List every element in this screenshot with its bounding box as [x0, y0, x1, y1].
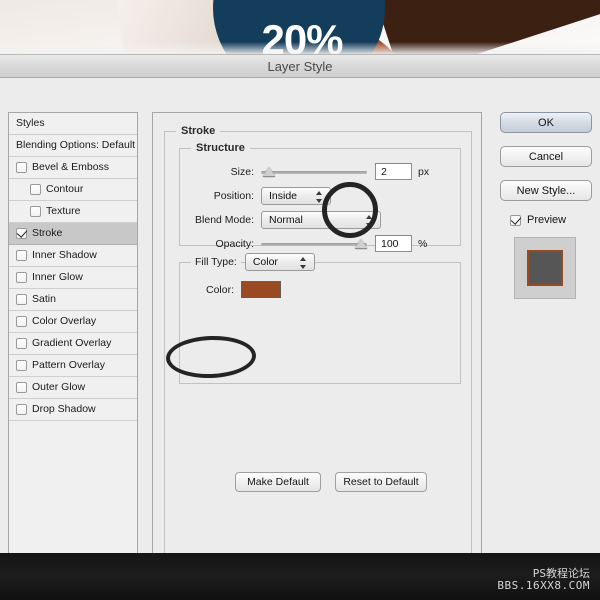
checkbox-icon[interactable]: [16, 272, 27, 283]
styles-list-item-label: Stroke: [32, 227, 63, 240]
size-slider[interactable]: [261, 165, 367, 179]
styles-list-item[interactable]: Gradient Overlay: [9, 333, 137, 355]
checkbox-icon[interactable]: [16, 162, 27, 173]
preview-thumbnail-shape: [527, 250, 563, 286]
preview-thumbnail: [514, 237, 576, 299]
opacity-label: Opacity:: [215, 237, 254, 250]
styles-list-item-label: Gradient Overlay: [32, 337, 112, 350]
fill-type-label: Fill Type:: [191, 256, 241, 268]
styles-list-panel[interactable]: Styles Blending Options: Default Bevel & E…: [8, 112, 138, 600]
layer-style-dialog: Layer Style Styles Blending Options: Defa…: [0, 54, 600, 600]
preview-label: Preview: [527, 214, 567, 226]
styles-list-item[interactable]: Pattern Overlay: [9, 355, 137, 377]
chevron-updown-icon: [366, 215, 373, 227]
opacity-slider[interactable]: [261, 237, 367, 251]
opacity-slider-thumb[interactable]: [355, 238, 367, 249]
dialog-body: Styles Blending Options: Default Bevel & E…: [0, 78, 600, 600]
styles-list-item[interactable]: Styles: [9, 113, 137, 135]
opacity-slider-track: [261, 242, 367, 246]
dialog-titlebar[interactable]: Layer Style: [0, 55, 600, 78]
preview-checkbox[interactable]: [510, 214, 521, 226]
stroke-color-swatch[interactable]: [241, 281, 282, 298]
watermark-line-2: BBS.16XX8.COM: [497, 579, 590, 592]
styles-list-item[interactable]: Satin: [9, 289, 137, 311]
ok-button[interactable]: OK: [500, 112, 592, 133]
size-unit-label: px: [418, 165, 430, 178]
footer-band: PS教程论坛 BBS.16XX8.COM: [0, 553, 600, 600]
position-select[interactable]: Inside: [261, 187, 331, 205]
stroke-settings-panel: Stroke Structure Size: 2 px Position: In…: [152, 112, 482, 600]
preview-toggle-row[interactable]: Preview: [510, 214, 592, 226]
opacity-unit-label: %: [418, 237, 428, 250]
styles-list-item[interactable]: Contour: [9, 179, 137, 201]
styles-list-item-label: Satin: [32, 293, 56, 306]
styles-list-item-label: Blending Options: Default: [16, 139, 136, 152]
background-artwork: 20%: [0, 0, 600, 60]
blend-mode-label: Blend Mode:: [195, 214, 254, 226]
color-row: Color:: [206, 281, 282, 298]
styles-list-item-label: Bevel & Emboss: [32, 161, 110, 174]
styles-list-item-label: Contour: [46, 183, 84, 196]
dialog-action-column: OK Cancel New Style... Preview: [500, 112, 592, 299]
checkbox-icon[interactable]: [30, 206, 41, 217]
styles-list-item-label: Inner Glow: [32, 271, 83, 284]
blend-mode-select[interactable]: Normal: [261, 211, 381, 229]
reset-to-default-button[interactable]: Reset to Default: [335, 472, 427, 492]
fill-type-group: Fill Type: Color Color:: [179, 253, 461, 384]
checkbox-icon[interactable]: [16, 382, 27, 393]
position-label: Position:: [213, 190, 254, 202]
fill-type-select[interactable]: Color: [244, 253, 315, 271]
structure-group-title: Structure: [191, 142, 250, 154]
styles-list-item[interactable]: Drop Shadow: [9, 399, 137, 421]
size-slider-thumb[interactable]: [262, 166, 275, 177]
opacity-value-input[interactable]: 100: [375, 235, 412, 252]
checkbox-icon[interactable]: [16, 294, 27, 305]
checkbox-icon[interactable]: [16, 316, 27, 327]
blend-mode-select-value: Normal: [269, 214, 303, 226]
styles-list-item-label: Drop Shadow: [32, 403, 96, 416]
size-value-input[interactable]: 2: [375, 163, 412, 180]
styles-list-item-label: Outer Glow: [32, 381, 86, 394]
new-style-button[interactable]: New Style...: [500, 180, 592, 201]
position-select-value: Inside: [269, 190, 298, 202]
styles-list-item[interactable]: Color Overlay: [9, 311, 137, 333]
styles-list-item[interactable]: Inner Shadow: [9, 245, 137, 267]
size-slider-track: [261, 170, 367, 174]
screenshot-root: 20% Layer Style Styles Blending Options: …: [0, 0, 600, 600]
opacity-row: Opacity: 100 %: [180, 235, 462, 252]
styles-list-item[interactable]: Bevel & Emboss: [9, 157, 137, 179]
fill-type-row: Fill Type: Color: [191, 253, 315, 271]
styles-list-item[interactable]: Inner Glow: [9, 267, 137, 289]
checkbox-icon[interactable]: [16, 338, 27, 349]
size-row: Size: 2 px: [180, 163, 462, 180]
dialog-title: Layer Style: [267, 58, 333, 74]
checkbox-icon[interactable]: [16, 250, 27, 261]
fill-type-select-value: Color: [252, 256, 278, 268]
stroke-group: Stroke Structure Size: 2 px Position: In…: [164, 125, 472, 600]
styles-list-item[interactable]: Outer Glow: [9, 377, 137, 399]
checkbox-icon[interactable]: [30, 184, 41, 195]
size-label: Size:: [230, 165, 254, 178]
styles-list-item-label: Pattern Overlay: [32, 359, 105, 372]
checkbox-icon[interactable]: [16, 360, 27, 371]
chevron-updown-icon: [316, 191, 323, 203]
stroke-group-title: Stroke: [176, 125, 221, 137]
styles-list-item-label: Texture: [46, 205, 81, 218]
cancel-button[interactable]: Cancel: [500, 146, 592, 167]
checkbox-checked-icon[interactable]: [16, 228, 27, 239]
styles-list-item-label: Color Overlay: [32, 315, 97, 328]
styles-list-item[interactable]: Blending Options: Default: [9, 135, 137, 157]
styles-list-item[interactable]: Texture: [9, 201, 137, 223]
checkbox-icon[interactable]: [16, 404, 27, 415]
structure-group: Structure Size: 2 px Position: Inside Bl…: [179, 142, 462, 252]
blend-mode-row: Blend Mode: Normal: [180, 211, 462, 229]
styles-list-item[interactable]: Stroke: [9, 223, 137, 245]
color-label: Color:: [206, 283, 235, 296]
styles-list-item-label: Inner Shadow: [32, 249, 97, 262]
make-default-button[interactable]: Make Default: [235, 472, 321, 492]
position-row: Position: Inside: [180, 187, 462, 205]
styles-list-item-label: Styles: [16, 117, 45, 130]
chevron-updown-icon: [299, 257, 307, 269]
